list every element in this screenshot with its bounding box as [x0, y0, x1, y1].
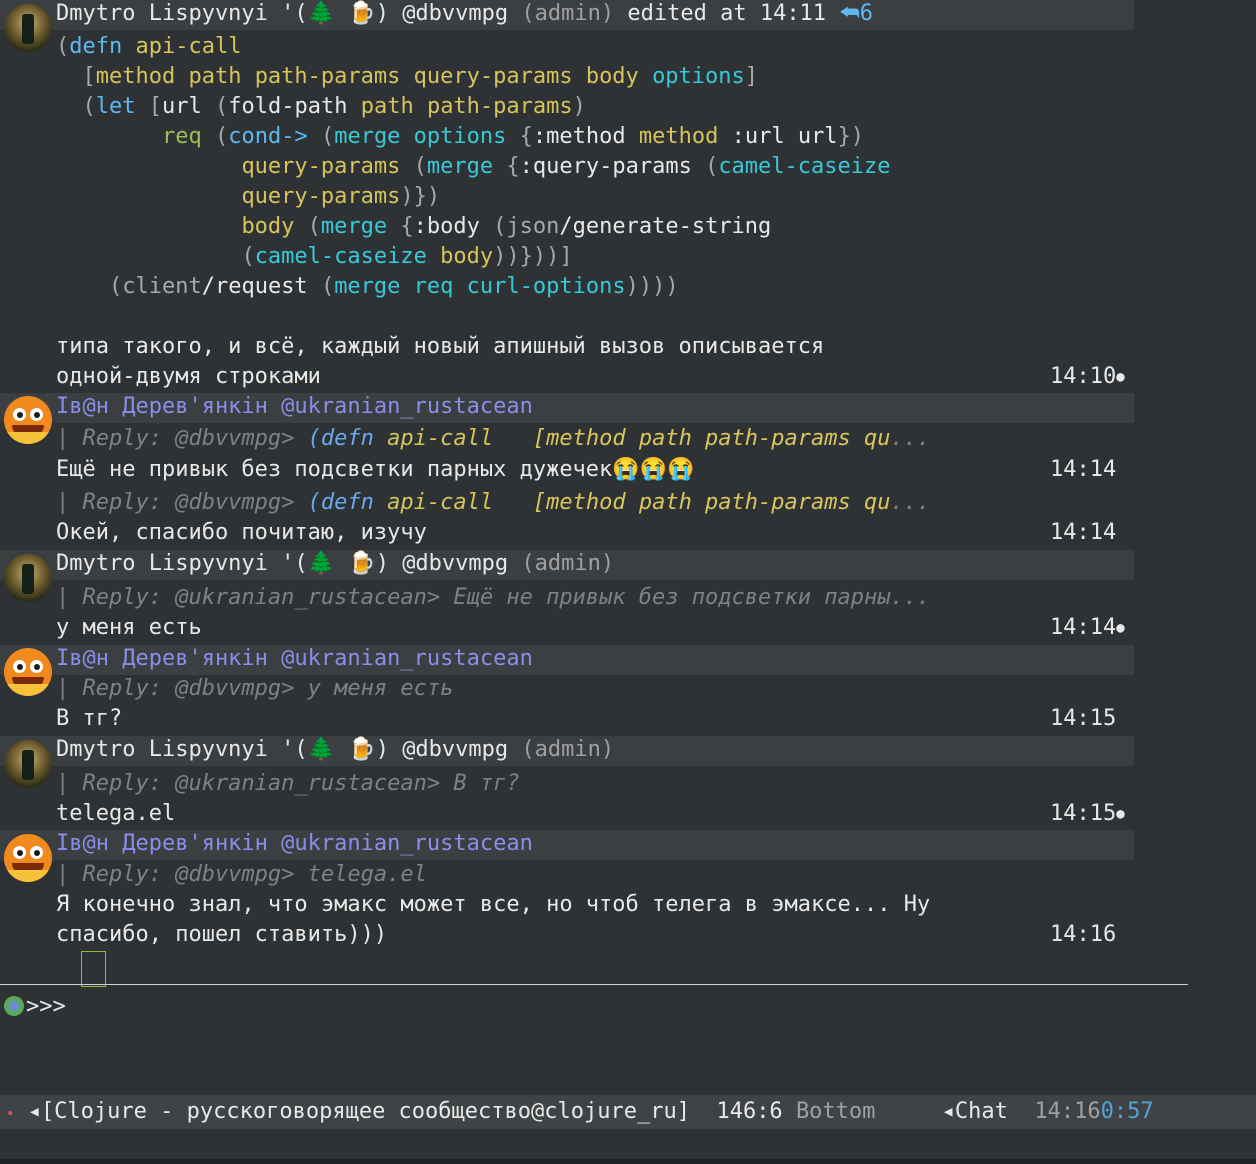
sender-name[interactable]: Dmytro Lispyvnyi '(🌲 🍺) [56, 737, 389, 762]
cursor-position: 146:6 [716, 1099, 783, 1124]
clock-time: 14:16 [1034, 1099, 1101, 1124]
buffer-arrow-icon: ◂ [27, 1099, 41, 1124]
message-text: Я конечно знал, что эмакс может все, но … [56, 892, 931, 917]
prompt-symbol: >>> [26, 994, 66, 1019]
minibuffer[interactable] [0, 1159, 1256, 1164]
major-mode[interactable]: Chat [955, 1099, 1008, 1124]
sender-handle[interactable]: @dbvvmpg [402, 551, 508, 576]
message-text: одной-двумя строками [56, 364, 321, 389]
clock-extra: 0:57 [1100, 1099, 1154, 1124]
sender-role: (admin) [521, 1, 615, 26]
avatar-dmytro[interactable] [4, 4, 52, 52]
input-prompt[interactable]: >>> [4, 992, 66, 1022]
code-line-7: body (merge {:body (json/generate-string [241, 214, 772, 239]
code-line-4: req (cond-> (merge options {:method meth… [161, 124, 865, 149]
input-separator [0, 984, 1188, 985]
message-text: спасибо, пошел ставить))) [56, 922, 388, 947]
avatar-ivan[interactable] [4, 648, 52, 696]
message-timestamp: 14:14 [1050, 520, 1117, 545]
right-gutter [1242, 0, 1256, 1095]
message-text: у меня есть [56, 615, 202, 640]
scroll-position: Bottom [795, 1099, 876, 1124]
sender-name[interactable]: Ів@н Дерев'янкін @ukranian_rustacean [56, 393, 533, 423]
message-text: telega.el [56, 801, 176, 826]
sender-name[interactable]: Dmytro Lispyvnyi '(🌲 🍺) [56, 551, 389, 576]
sender-handle[interactable]: @dbvvmpg [402, 1, 508, 26]
message-timestamp: 14:15 [1050, 799, 1125, 829]
message-header-line: Dmytro Lispyvnyi '(🌲 🍺) @dbvvmpg (admin) [56, 736, 614, 766]
code-line-6: query-params)}) [241, 184, 441, 209]
reply-preview[interactable]: | Reply: @ukranian_rustacean> Ещё не при… [56, 583, 930, 613]
message-timestamp: 14:15 [1050, 706, 1117, 731]
sender-role: (admin) [521, 737, 615, 762]
message-header-line: Dmytro Lispyvnyi '(🌲 🍺) @dbvvmpg (admin)… [56, 0, 873, 30]
reply-count-badge[interactable]: ⮪6 [839, 1, 873, 26]
message-timestamp: 14:10 [1050, 362, 1125, 392]
buffer-name[interactable]: [Clojure - русскоговорящее сообщество@cl… [41, 1099, 690, 1124]
reply-preview[interactable]: | Reply: @dbvvmpg> (defn api-call [metho… [56, 424, 930, 454]
reply-preview[interactable]: | Reply: @ukranian_rustacean> В тг? [56, 769, 520, 799]
code-line-3: (let [url (fold-path path path-params) [82, 94, 586, 119]
message-timestamp: 14:14 [1050, 613, 1125, 643]
avatar-ivan[interactable] [4, 834, 52, 882]
mode-arrow-icon: ◂ [941, 1099, 955, 1124]
message-text: В тг? [56, 706, 123, 731]
code-line-1: (defn api-call [56, 34, 242, 59]
code-line-9: (client/request (merge req curl-options)… [108, 274, 679, 299]
code-line-8: (camel-caseize body))}))] [241, 244, 573, 269]
code-line-5: query-params (merge {:query-params (came… [241, 154, 891, 179]
message-text: Окей, спасибо почитаю, изучу [56, 520, 427, 545]
message-header-line: Dmytro Lispyvnyi '(🌲 🍺) @dbvvmpg (admin) [56, 550, 614, 580]
sender-role: (admin) [521, 551, 615, 576]
message-text: типа такого, и всё, каждый новый апишный… [56, 334, 825, 359]
sender-name[interactable]: Ів@н Дерев'янкін @ukranian_rustacean [56, 645, 533, 675]
sender-name[interactable]: Dmytro Lispyvnyi '(🌲 🍺) [56, 1, 389, 26]
reply-preview[interactable]: | Reply: @dbvvmpg> telega.el [56, 860, 427, 890]
message-timestamp: 14:16 [1050, 922, 1117, 947]
avatar-dmytro[interactable] [4, 740, 52, 788]
edited-label: edited at 14:11 [627, 1, 827, 26]
sender-handle[interactable]: @dbvvmpg [402, 737, 508, 762]
clojure-icon [4, 996, 24, 1016]
reply-preview[interactable]: | Reply: @dbvvmpg> (defn api-call [metho… [56, 488, 930, 518]
sender-name[interactable]: Ів@н Дерев'янкін @ukranian_rustacean [56, 830, 533, 860]
avatar-ivan[interactable] [4, 396, 52, 444]
avatar-dmytro[interactable] [4, 554, 52, 602]
modeline: • ◂[Clojure - русскоговорящее сообщество… [0, 1095, 1256, 1129]
message-text: Ещё не привык без подсветки парных дужеч… [56, 457, 695, 482]
reply-preview[interactable]: | Reply: @dbvvmpg> у меня есть [56, 674, 453, 704]
code-line-2: [method path path-params query-params bo… [82, 64, 759, 89]
text-cursor [81, 951, 106, 987]
modified-indicator: • [6, 1106, 15, 1122]
message-timestamp: 14:14 [1050, 457, 1117, 482]
